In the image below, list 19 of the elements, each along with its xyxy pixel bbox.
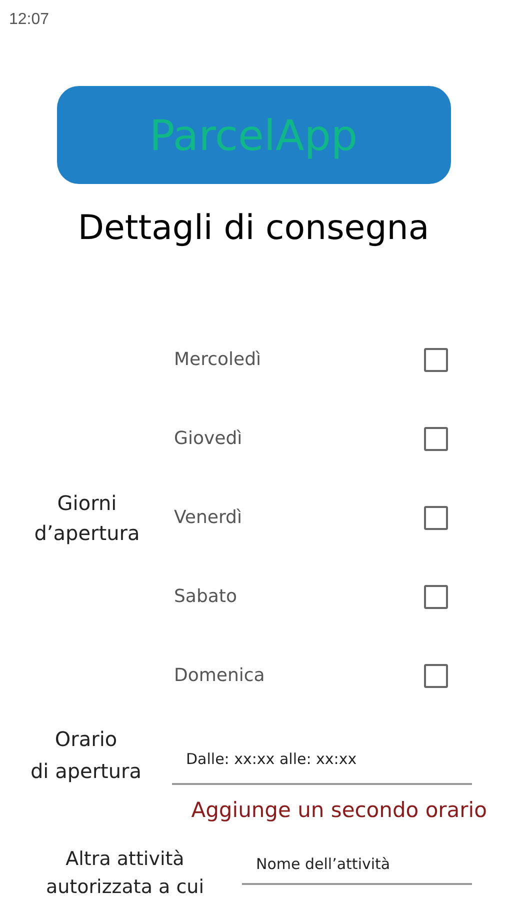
business-name-field[interactable]: Nome dell’attività [242, 844, 472, 884]
field-label: Orario di apertura [30, 726, 142, 785]
day-label: Mercoledì [174, 348, 262, 372]
add-second-hours-link[interactable]: Aggiunge un secondo orario [191, 795, 487, 826]
day-label: Sabato [174, 585, 237, 609]
status-time: 12:07 [9, 11, 50, 28]
day-checkbox[interactable] [424, 584, 448, 608]
day-checkbox[interactable] [424, 664, 448, 688]
app-logo: ParcelApp [56, 86, 450, 184]
day-label: Venerdì [174, 506, 242, 530]
field-label: Giorni d’apertura [33, 490, 141, 546]
day-checkbox[interactable] [424, 426, 448, 450]
day-checkbox[interactable] [424, 506, 448, 530]
page-title: Dettagli di consegna [76, 207, 430, 250]
day-label: Giovedì [174, 427, 242, 451]
field-label: Altra attività autorizzata a cui [46, 846, 204, 900]
day-checkbox[interactable] [424, 348, 448, 372]
opening-hours-field[interactable]: Dalle: xx:xx alle: xx:xx [172, 735, 472, 785]
day-label: Domenica [174, 664, 265, 688]
